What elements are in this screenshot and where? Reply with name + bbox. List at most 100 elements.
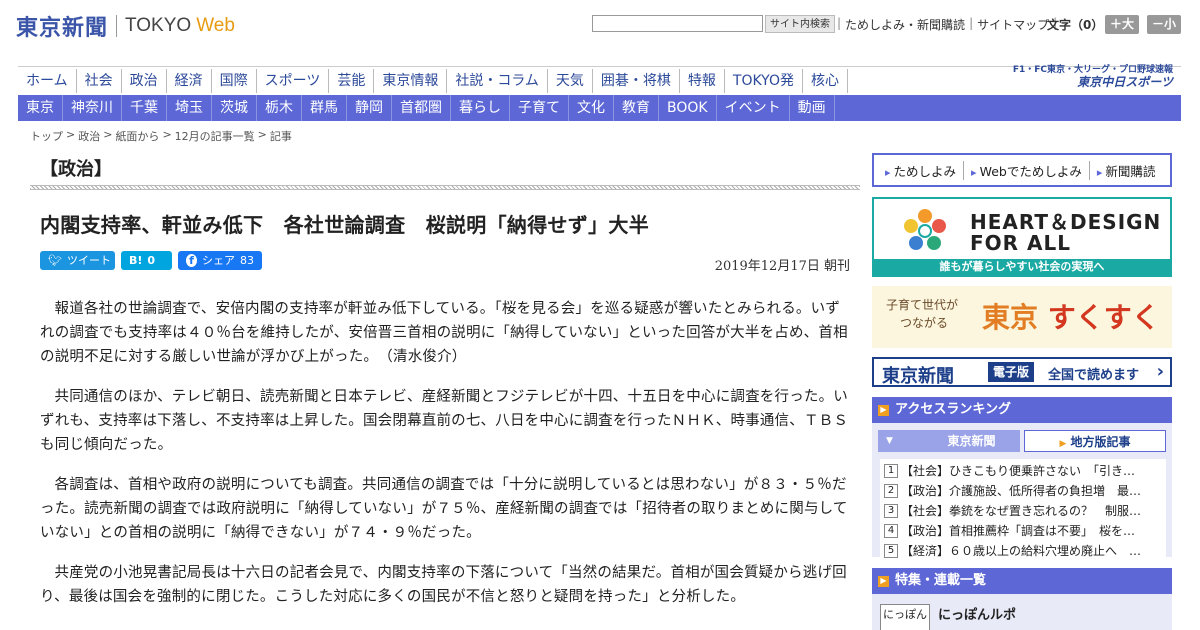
- region-nav-item[interactable]: 教育: [614, 95, 659, 121]
- site-search-input[interactable]: [592, 15, 763, 32]
- breadcrumb-top[interactable]: トップ: [30, 128, 63, 144]
- region-nav-item[interactable]: 首都圏: [392, 95, 451, 121]
- region-nav-item[interactable]: 子育て: [510, 95, 569, 121]
- ranking-item[interactable]: 4 【政治】首相推薦枠「調査は不要」 桜を…: [884, 521, 1162, 541]
- region-nav-item[interactable]: 千葉: [122, 95, 167, 121]
- region-nav-item[interactable]: 文化: [569, 95, 614, 121]
- digital-edition-badge: 電子版: [988, 362, 1035, 382]
- region-nav-item[interactable]: 埼玉: [167, 95, 212, 121]
- tweet-button[interactable]: 🐦︎ ツイート: [40, 251, 115, 270]
- feature-item-title[interactable]: にっぽんルポ: [938, 604, 1016, 623]
- digital-edition-banner[interactable]: 東京新聞 電子版 全国で読めます ›: [872, 357, 1172, 387]
- tab-local-edition[interactable]: 地方版記事: [1024, 430, 1166, 452]
- main-nav-item[interactable]: 政治: [122, 69, 167, 93]
- main-nav-item[interactable]: 国際: [212, 69, 257, 93]
- main-nav-item[interactable]: 東京情報: [374, 69, 448, 93]
- region-nav-item[interactable]: 静岡: [347, 95, 392, 121]
- subscribe-link[interactable]: ためしよみ・新聞購読: [845, 16, 965, 33]
- region-nav-item[interactable]: 栃木: [257, 95, 302, 121]
- ranking-item-title: 【経済】６０歳以上の給料穴埋め廃止へ …: [901, 544, 1142, 558]
- hatena-count: 0: [147, 254, 156, 267]
- sukusuku-title-b: すくすく: [1047, 301, 1160, 334]
- region-nav-item[interactable]: 東京: [18, 95, 63, 121]
- ranking-number: 5: [884, 544, 898, 558]
- facebook-icon: f: [186, 254, 197, 267]
- trial-link[interactable]: ためしよみ: [878, 160, 965, 180]
- ranking-tabs: 東京新聞 地方版記事: [878, 430, 1166, 452]
- hatena-bookmark-button[interactable]: B! 0: [121, 251, 172, 270]
- arrow-right-icon: ▶: [878, 575, 889, 587]
- breadcrumb-month[interactable]: 12月の記事一覧: [175, 128, 255, 144]
- share-buttons: 🐦︎ ツイート B! 0 f シェア 83: [40, 251, 262, 270]
- font-smaller-button[interactable]: －小: [1147, 15, 1181, 34]
- utility-links: | ためしよみ・新聞購読 | サイトマップ |: [833, 16, 1061, 33]
- main-nav-item[interactable]: 社説・コラム: [447, 69, 548, 93]
- article-paragraph: 報道各社の世論調査で、安倍内閣の支持率が軒並み低下している。「桜を見る会」を巡る…: [40, 301, 848, 365]
- ranking-item[interactable]: 1 【社会】ひきこもり便乗許さない 「引き…: [884, 461, 1162, 481]
- ranking-item-title: 【社会】ひきこもり便乗許さない 「引き…: [901, 464, 1136, 478]
- ranking-item[interactable]: 5 【経済】６０歳以上の給料穴埋め廃止へ …: [884, 541, 1162, 561]
- breadcrumb-current: 記事: [269, 130, 292, 143]
- breadcrumb-politics[interactable]: 政治: [78, 128, 100, 144]
- ranking-item-title: 【社会】拳銃をなぜ置き忘れるの？ 制服…: [901, 504, 1142, 518]
- feature-thumbnail[interactable]: にっぽん: [880, 604, 930, 630]
- article-paragraph: 共産党の小池晃書記局長は十六日の記者会見で、内閣支持率の下落について「当然の結果…: [40, 565, 847, 605]
- region-nav-item[interactable]: 暮らし: [451, 95, 510, 121]
- sukusuku-title: 東京 すくすく: [982, 296, 1160, 336]
- font-larger-button[interactable]: ＋大: [1105, 15, 1139, 34]
- main-nav-item[interactable]: スポーツ: [257, 69, 330, 93]
- logo-tokyo: TOKYO: [125, 15, 192, 36]
- main-nav-item[interactable]: 経済: [167, 69, 212, 93]
- section-title: 【政治】: [40, 159, 112, 180]
- region-nav-item[interactable]: BOOK: [659, 95, 717, 121]
- hatena-icon: B!: [129, 254, 143, 267]
- features-title: 特集・連載一覧: [895, 573, 987, 588]
- tab-tokyo-shimbun[interactable]: 東京新聞: [878, 430, 1020, 452]
- main-nav-item[interactable]: 社会: [77, 69, 122, 93]
- ranking-number: 3: [884, 504, 898, 518]
- sukusuku-sub2: つながる: [900, 316, 949, 330]
- font-size-label: 文字（0）: [1047, 18, 1104, 32]
- main-nav-items: ホーム 社会 政治 経済 国際 スポーツ 芸能 東京情報 社説・コラム 天気 囲碁・将棋 特報 TOKY…: [18, 69, 848, 93]
- facebook-share-label: シェア: [202, 254, 235, 267]
- web-trial-link[interactable]: Webでためしよみ: [964, 160, 1090, 180]
- logo-web: Web: [196, 15, 235, 36]
- main-nav-item[interactable]: 囲碁・将棋: [593, 69, 680, 93]
- site-search-button[interactable]: サイト内検索: [765, 15, 835, 33]
- region-nav-item[interactable]: 群馬: [302, 95, 347, 121]
- features-series: ▶ 特集・連載一覧 にっぽん にっぽんルポ: [872, 568, 1172, 630]
- subscribe-link[interactable]: 新聞購読: [1090, 161, 1163, 180]
- sukusuku-title-a: 東京: [982, 301, 1039, 334]
- ranking-number: 4: [884, 524, 898, 538]
- ranking-item[interactable]: 2 【政治】介護施設、低所得者の負担増 最…: [884, 481, 1162, 501]
- main-nav-item[interactable]: 天気: [548, 69, 593, 93]
- region-nav-item[interactable]: 動画: [790, 95, 835, 121]
- region-nav-item[interactable]: 茨城: [212, 95, 257, 121]
- main-nav-item[interactable]: 核心: [803, 69, 848, 93]
- heart-design-logo-icon: [904, 209, 946, 250]
- main-nav-item[interactable]: 特報: [680, 69, 725, 93]
- heart-design-caption: 誰もが暮らしやすい社会の実現へ: [874, 259, 1170, 275]
- main-nav-item[interactable]: TOKYO発: [725, 69, 803, 93]
- tokyo-sukusuku-banner[interactable]: 子育て世代が つながる 東京 すくすく: [872, 286, 1172, 348]
- site-header: 東京新聞 TOKYO Web サイト内検索 | ためしよみ・新聞購読 | サイト…: [0, 0, 1200, 60]
- section-divider: [30, 185, 860, 190]
- heart-design-banner[interactable]: HEART＆DESIGN FOR ALL 誰もが暮らしやすい社会の実現へ: [872, 197, 1172, 277]
- main-nav-item[interactable]: ホーム: [18, 69, 77, 93]
- sukusuku-sub1: 子育て世代が: [886, 298, 959, 312]
- sitemap-link[interactable]: サイトマップ: [977, 16, 1049, 33]
- digital-edition-text: 全国で読めます: [1048, 368, 1140, 383]
- facebook-share-button[interactable]: f シェア 83: [178, 251, 262, 270]
- breadcrumb: トップ > 政治 > 紙面から > 12月の記事一覧 > 記事: [30, 128, 292, 144]
- breadcrumb-print[interactable]: 紙面から: [115, 128, 159, 144]
- chunichi-sports-link[interactable]: F1・FC東京・大リーグ・プロ野球速報 東京中日スポーツ: [1013, 64, 1173, 88]
- digital-edition-brand: 東京新聞: [882, 366, 954, 387]
- ranking-item[interactable]: 3 【社会】拳銃をなぜ置き忘れるの？ 制服…: [884, 501, 1162, 521]
- region-nav-item[interactable]: 神奈川: [63, 95, 122, 121]
- site-logo[interactable]: 東京新聞 TOKYO Web: [16, 10, 235, 42]
- main-nav-item[interactable]: 芸能: [329, 69, 375, 93]
- divider: |: [969, 16, 974, 30]
- region-nav-item[interactable]: イベント: [717, 95, 790, 121]
- article-headline: 内閣支持率、軒並み低下 各社世論調査 桜説明「納得せず」大半: [40, 213, 649, 237]
- article-date: 2019年12月17日 朝刊: [714, 259, 850, 274]
